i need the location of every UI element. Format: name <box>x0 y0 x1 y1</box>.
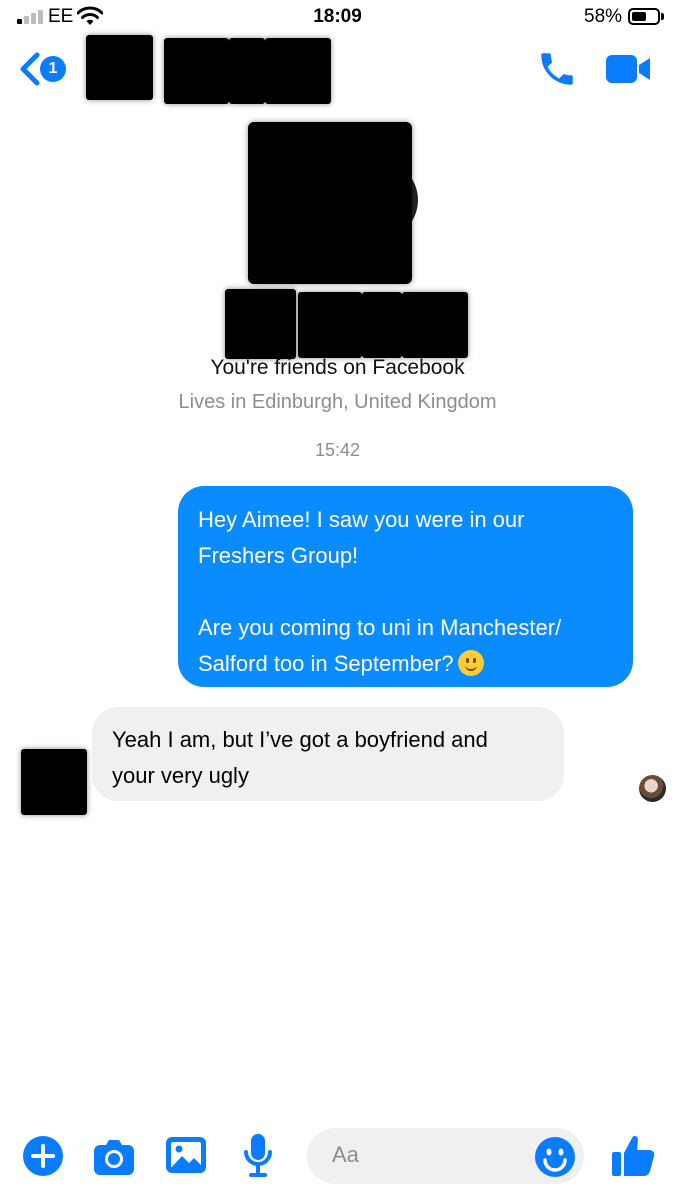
battery-percentage: 58% <box>584 6 623 27</box>
video-call-button[interactable] <box>603 50 653 88</box>
outgoing-message-bubble[interactable]: Hey Aimee! I saw you were in our Fresher… <box>178 486 633 687</box>
message-line: Yeah I am, but I’ve got a boyfriend and <box>112 727 488 752</box>
profile-photo-redacted[interactable] <box>246 120 422 290</box>
unread-count-badge: 1 <box>40 56 66 82</box>
clock: 18:09 <box>313 6 362 27</box>
message-line: Freshers Group! <box>198 543 359 568</box>
message-timestamp: 15:42 <box>314 440 361 460</box>
camera-icon[interactable] <box>92 1135 136 1177</box>
gallery-icon[interactable] <box>164 1135 208 1175</box>
thumbs-up-icon[interactable] <box>610 1132 656 1178</box>
battery-tip <box>661 13 664 20</box>
contact-name-redacted[interactable] <box>86 34 334 106</box>
message-line: Hey Aimee! I saw you were in our <box>198 507 525 532</box>
status-bar: EE 18:09 58% <box>0 0 675 34</box>
message-line: Are you coming to uni in Manchester/ <box>198 615 562 640</box>
video-camera-icon <box>606 55 650 83</box>
read-receipt-avatar <box>639 775 666 802</box>
battery-icon <box>628 8 660 25</box>
profile-name-redacted <box>224 288 472 362</box>
message-line: Salford too in September? <box>198 651 454 676</box>
sender-avatar-redacted[interactable] <box>20 748 89 816</box>
incoming-message-bubble[interactable]: Yeah I am, but I’ve got a boyfriend and … <box>92 707 564 801</box>
microphone-icon[interactable] <box>242 1132 274 1180</box>
plus-icon[interactable] <box>22 1135 64 1177</box>
emoji-icon[interactable] <box>534 1136 576 1178</box>
message-input-placeholder: Aa <box>332 1142 359 1167</box>
friends-status-text: You're friends on Facebook <box>210 356 465 379</box>
location-text: Lives in Edinburgh, United Kingdom <box>178 391 497 413</box>
slightly-smiling-face-emoji-icon <box>457 650 484 676</box>
voice-call-button[interactable] <box>535 48 579 90</box>
message-line: your very ugly <box>112 763 249 788</box>
phone-icon <box>541 53 573 85</box>
message-composer: Aa <box>0 1118 675 1200</box>
back-button[interactable]: 1 <box>18 48 74 90</box>
chevron-left-icon <box>20 52 40 86</box>
